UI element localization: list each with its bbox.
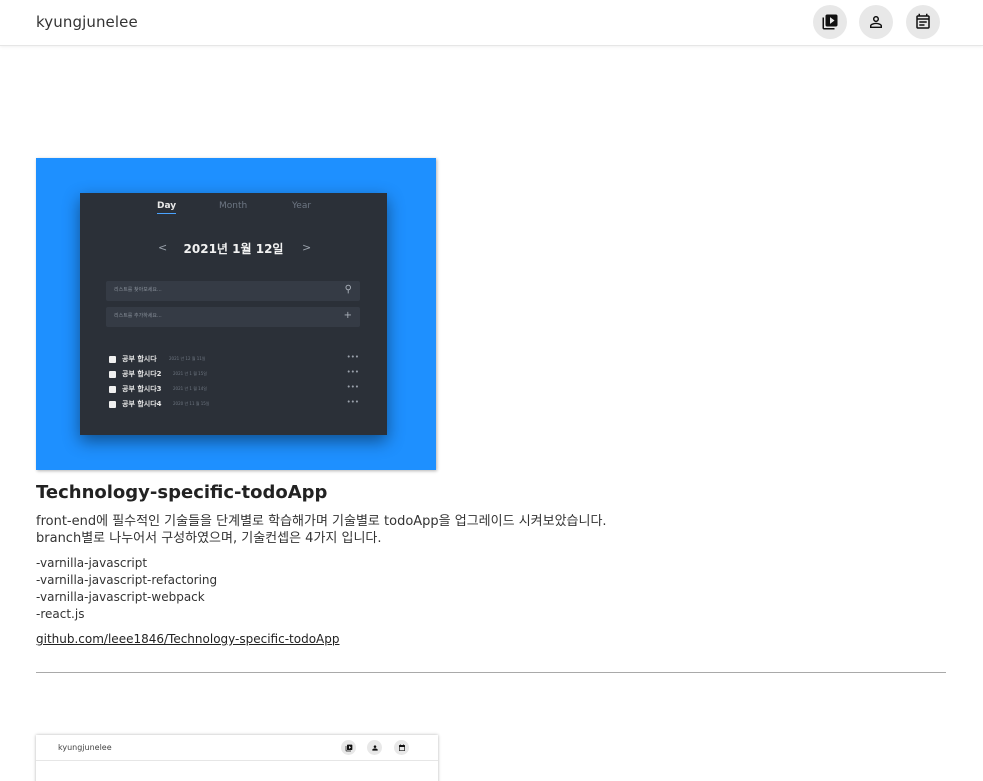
person-icon [371, 744, 378, 751]
mini-nav-button [367, 740, 382, 755]
mock-more-icon: ••• [346, 353, 359, 361]
mini-nav-button [341, 740, 356, 755]
mock-item-title: 공부 합시다3 [122, 385, 162, 393]
project-title: Technology-specific-todoApp [36, 482, 328, 503]
mock-item-title: 공부 합시다 [122, 355, 157, 363]
mock-tab-year: Year [292, 201, 312, 211]
mock-more-icon: ••• [346, 383, 359, 391]
mock-checkbox [109, 386, 116, 393]
mock-date: 2021년 1월 12일 [183, 242, 284, 256]
mock-tab-month: Month [219, 201, 248, 211]
github-repo-link[interactable]: github.com/leee1846/Technology-specific-… [36, 632, 340, 646]
mock-list-item: 공부 합시다 2021 년 12 월 11일 ••• [109, 353, 359, 366]
project-screenshot[interactable]: Day Month Year < 2021년 1월 12일 > 리스트를 찾아보… [36, 158, 436, 470]
mock-item-date: 2021 년 1 월 15일 [173, 371, 207, 376]
mock-list-item: 공부 합시다3 2021 년 1 월 14일 ••• [109, 383, 359, 396]
mock-checkbox [109, 401, 116, 408]
projects-nav-button[interactable] [813, 5, 847, 39]
mock-item-date: 2021 년 12 월 11일 [169, 356, 206, 361]
section-divider [36, 672, 946, 673]
mock-tab-day: Day [157, 201, 177, 214]
about-nav-button[interactable] [859, 5, 893, 39]
calendar-icon [916, 13, 930, 29]
mock-list-item: 공부 합시다4 2020 년 11 월 15일 ••• [109, 398, 359, 411]
mock-search-field: 리스트를 찾아보세요... ⚲ [106, 281, 360, 301]
branch-item: -varnilla-javascript-refactoring [36, 573, 218, 587]
project-description-line: front-end에 필수적인 기술들을 단계별로 학습해가며 기술별로 tod… [36, 514, 607, 529]
mini-nav-button [394, 740, 409, 755]
playlist-play-icon [345, 744, 352, 751]
calendar-icon [398, 743, 405, 751]
playlist-play-icon [822, 14, 838, 30]
mock-more-icon: ••• [346, 398, 359, 406]
project-description-line: branch별로 나누어서 구성하였으며, 기술컨셉은 4가지 입니다. [36, 531, 382, 546]
mock-add-icon: + [343, 310, 352, 321]
mock-next-icon: > [302, 241, 312, 254]
mock-list-item: 공부 합시다2 2021 년 1 월 15일 ••• [109, 368, 359, 381]
mock-item-date: 2020 년 11 월 15일 [173, 401, 210, 406]
mock-add-placeholder: 리스트를 추가하세요... [114, 313, 162, 319]
blog-nav-button[interactable] [906, 5, 940, 39]
mini-brand: kyungjunelee [58, 743, 112, 752]
todo-app-mockup: Day Month Year < 2021년 1월 12일 > 리스트를 찾아보… [80, 193, 387, 435]
project-description: front-end에 필수적인 기술들을 단계별로 학습해가며 기술별로 tod… [36, 513, 607, 547]
branch-item: -varnilla-javascript [36, 556, 148, 570]
mock-search-icon: ⚲ [344, 284, 352, 295]
person-icon [870, 16, 882, 28]
site-brand[interactable]: kyungjunelee [36, 13, 138, 31]
next-project-screenshot[interactable]: kyungjunelee [36, 735, 438, 781]
mock-search-placeholder: 리스트를 찾아보세요... [114, 287, 162, 293]
mock-item-title: 공부 합시다4 [122, 400, 162, 408]
branch-item: -react.js [36, 607, 85, 621]
mock-more-icon: ••• [346, 368, 359, 376]
mock-tabs: Day Month Year [80, 201, 387, 219]
branch-item: -varnilla-javascript-webpack [36, 590, 205, 604]
branch-list: -varnilla-javascript -varnilla-javascrip… [36, 555, 217, 623]
mock-checkbox [109, 371, 116, 378]
mock-checkbox [109, 356, 116, 363]
mini-top-bar: kyungjunelee [36, 735, 438, 761]
top-navigation-bar: kyungjunelee [0, 0, 983, 46]
mock-item-date: 2021 년 1 월 14일 [173, 386, 207, 391]
mock-item-title: 공부 합시다2 [122, 370, 162, 378]
mock-add-field: 리스트를 추가하세요... + [106, 307, 360, 327]
